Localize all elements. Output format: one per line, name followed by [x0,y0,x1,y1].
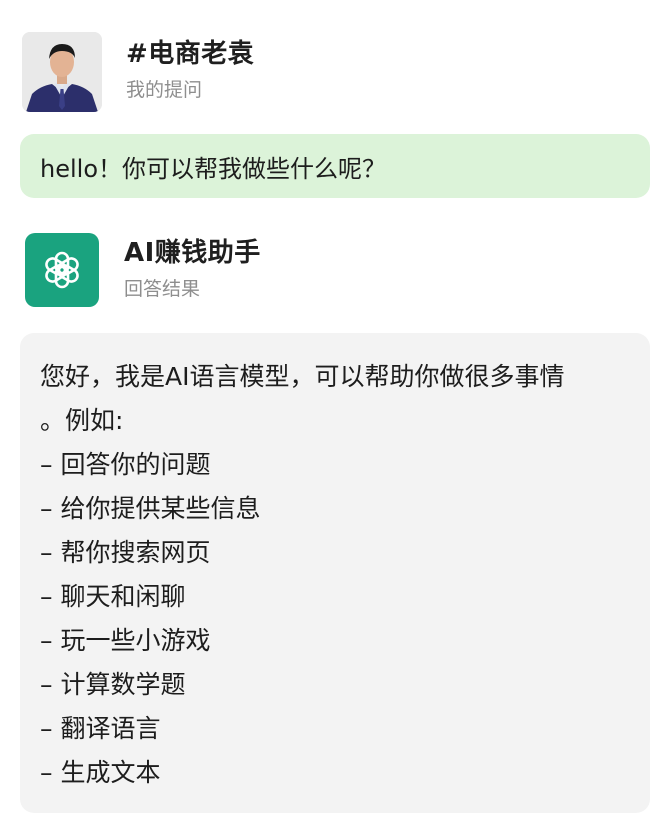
question-bubble: hello！你可以帮我做些什么呢？ [20,134,650,198]
answer-list-item: – 计算数学题 [40,670,186,699]
answer-list-item: – 帮你搜索网页 [40,538,211,567]
assistant-logo[interactable] [25,233,99,307]
assistant-header: AI赚钱助手 回答结果 [22,233,261,307]
assistant-subtitle: 回答结果 [124,278,201,300]
person-photo-icon [22,32,102,112]
answer-list-item: – 聊天和闲聊 [40,582,186,611]
answer-card: 您好，我是AI语言模型，可以帮助你做很多事情 。例如: – 回答你的问题 – 给… [20,333,650,813]
answer-intro-line-1: 您好，我是AI语言模型，可以帮助你做很多事情 [40,362,565,391]
answer-list-item: – 翻译语言 [40,714,161,743]
answer-list-item: – 回答你的问题 [40,450,211,479]
assistant-name: AI赚钱助手 [124,238,261,268]
openai-knot-icon [45,251,79,289]
answer-intro-line-2: 。例如: [40,406,124,435]
user-header: #电商老袁 我的提问 [22,32,254,112]
user-avatar[interactable] [22,32,102,112]
user-name: #电商老袁 [126,39,255,69]
user-subtitle: 我的提问 [126,79,203,101]
answer-list: – 回答你的问题 – 给你提供某些信息 – 帮你搜索网页 – 聊天和闲聊 – 玩… [40,443,630,795]
question-text: hello！你可以帮我做些什么呢？ [40,154,386,183]
answer-list-item: – 生成文本 [40,758,161,787]
answer-list-item: – 给你提供某些信息 [40,494,261,523]
answer-list-item: – 玩一些小游戏 [40,626,211,655]
